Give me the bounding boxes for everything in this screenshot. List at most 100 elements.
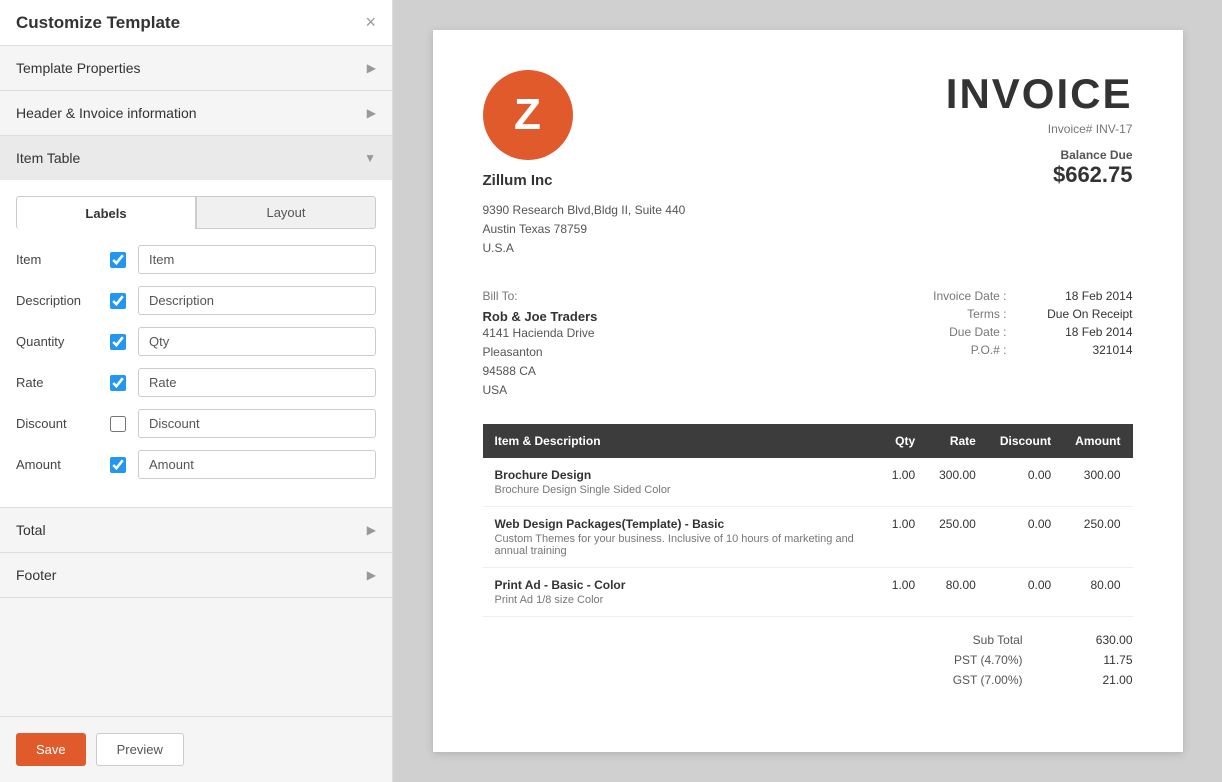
field-row-quantity: Quantity <box>16 327 376 356</box>
balance-due-label: Balance Due <box>946 148 1133 162</box>
total-key-2: GST (7.00%) <box>893 673 1023 687</box>
invoice-title: INVOICE <box>946 70 1133 118</box>
company-address-line1: 9390 Research Blvd,Bldg II, Suite 440 <box>483 201 686 220</box>
chevron-icon-item-table: ▼ <box>364 151 376 165</box>
company-address-line3: U.S.A <box>483 239 686 258</box>
table-row: Print Ad - Basic - Color Print Ad 1/8 si… <box>483 568 1133 617</box>
field-checkbox-discount[interactable] <box>106 416 130 432</box>
field-input-rate[interactable] <box>138 368 376 397</box>
detail-value-invoice-date: 18 Feb 2014 <box>1023 289 1133 303</box>
detail-value-due-date: 18 Feb 2014 <box>1023 325 1133 339</box>
invoice-preview-panel: Z Zillum Inc 9390 Research Blvd,Bldg II,… <box>393 0 1222 782</box>
panel-header: Customize Template × <box>0 0 392 46</box>
accordion-item-table: Item Table ▼ Labels Layout Item Descript… <box>0 136 392 508</box>
cell-amount-1: 250.00 <box>1063 507 1132 568</box>
accordion-template-properties: Template Properties ▶ <box>0 46 392 91</box>
checkbox-amount[interactable] <box>110 457 126 473</box>
bill-to-section: Bill To: Rob & Joe Traders 4141 Hacienda… <box>483 289 598 401</box>
checkbox-item[interactable] <box>110 252 126 268</box>
field-row-rate: Rate <box>16 368 376 397</box>
total-row-1: PST (4.70%) 11.75 <box>483 653 1133 667</box>
bill-to-name: Rob & Joe Traders <box>483 309 598 324</box>
field-checkbox-amount[interactable] <box>106 457 130 473</box>
invoice-title-area: INVOICE Invoice# INV-17 Balance Due $662… <box>946 70 1133 188</box>
cell-qty-0: 1.00 <box>880 458 927 507</box>
close-button[interactable]: × <box>365 12 376 33</box>
checkbox-rate[interactable] <box>110 375 126 391</box>
accordion-header-invoice: Header & Invoice information ▶ <box>0 91 392 136</box>
input-discount[interactable] <box>138 409 376 438</box>
cell-item-desc-2: Print Ad - Basic - Color Print Ad 1/8 si… <box>483 568 880 617</box>
field-input-description[interactable] <box>138 286 376 315</box>
input-item[interactable] <box>138 245 376 274</box>
preview-button[interactable]: Preview <box>96 733 184 766</box>
detail-row-invoice-date: Invoice Date : 18 Feb 2014 <box>917 289 1133 303</box>
field-input-discount[interactable] <box>138 409 376 438</box>
col-header-discount: Discount <box>988 424 1063 458</box>
item-table-content: Labels Layout Item Description <box>0 180 392 507</box>
field-input-quantity[interactable] <box>138 327 376 356</box>
field-checkbox-rate[interactable] <box>106 375 130 391</box>
col-header-qty: Qty <box>880 424 927 458</box>
detail-key-po: P.O.# : <box>917 343 1007 357</box>
bill-to-address-line3: 94588 CA <box>483 362 598 381</box>
cell-rate-2: 80.00 <box>927 568 988 617</box>
item-name-2: Print Ad - Basic - Color <box>495 578 868 592</box>
cell-discount-0: 0.00 <box>988 458 1063 507</box>
table-header-row: Item & Description Qty Rate Discount Amo… <box>483 424 1133 458</box>
company-address: 9390 Research Blvd,Bldg II, Suite 440 Au… <box>483 201 686 259</box>
checkbox-quantity[interactable] <box>110 334 126 350</box>
col-header-amount: Amount <box>1063 424 1132 458</box>
input-quantity[interactable] <box>138 327 376 356</box>
tab-layout[interactable]: Layout <box>196 196 376 229</box>
total-key-1: PST (4.70%) <box>893 653 1023 667</box>
accordion-label-total: Total <box>16 522 46 538</box>
panel-footer: Save Preview <box>0 716 392 782</box>
total-value-1: 11.75 <box>1063 653 1133 667</box>
field-row-amount: Amount <box>16 450 376 479</box>
item-name-0: Brochure Design <box>495 468 868 482</box>
field-input-amount[interactable] <box>138 450 376 479</box>
accordion-header-item-table[interactable]: Item Table ▼ <box>0 136 392 180</box>
field-checkbox-item[interactable] <box>106 252 130 268</box>
input-description[interactable] <box>138 286 376 315</box>
accordion-header-total[interactable]: Total ▶ <box>0 508 392 552</box>
detail-value-po: 321014 <box>1023 343 1133 357</box>
input-amount[interactable] <box>138 450 376 479</box>
invoice-paper: Z Zillum Inc 9390 Research Blvd,Bldg II,… <box>433 30 1183 752</box>
cell-qty-1: 1.00 <box>880 507 927 568</box>
field-label-item: Item <box>16 252 106 267</box>
bill-to-address: 4141 Hacienda Drive Pleasanton 94588 CA … <box>483 324 598 401</box>
detail-key-invoice-date: Invoice Date : <box>917 289 1007 303</box>
accordion-footer: Footer ▶ <box>0 553 392 598</box>
accordion-header-header-invoice[interactable]: Header & Invoice information ▶ <box>0 91 392 135</box>
field-label-description: Description <box>16 293 106 308</box>
field-row-description: Description <box>16 286 376 315</box>
checkbox-discount[interactable] <box>110 416 126 432</box>
company-address-line2: Austin Texas 78759 <box>483 220 686 239</box>
accordion-label-footer: Footer <box>16 567 56 583</box>
item-name-1: Web Design Packages(Template) - Basic <box>495 517 868 531</box>
cell-rate-0: 300.00 <box>927 458 988 507</box>
item-table: Item & Description Qty Rate Discount Amo… <box>483 424 1133 617</box>
company-logo-area: Z Zillum Inc 9390 Research Blvd,Bldg II,… <box>483 70 686 259</box>
checkbox-description[interactable] <box>110 293 126 309</box>
field-checkbox-description[interactable] <box>106 293 130 309</box>
accordion-header-template-properties[interactable]: Template Properties ▶ <box>0 46 392 90</box>
balance-due-amount: $662.75 <box>946 162 1133 188</box>
field-checkbox-quantity[interactable] <box>106 334 130 350</box>
cell-qty-2: 1.00 <box>880 568 927 617</box>
detail-row-terms: Terms : Due On Receipt <box>917 307 1133 321</box>
accordion-header-footer[interactable]: Footer ▶ <box>0 553 392 597</box>
field-input-item[interactable] <box>138 245 376 274</box>
total-value-0: 630.00 <box>1063 633 1133 647</box>
detail-row-due-date: Due Date : 18 Feb 2014 <box>917 325 1133 339</box>
input-rate[interactable] <box>138 368 376 397</box>
detail-key-due-date: Due Date : <box>917 325 1007 339</box>
chevron-icon-header-invoice: ▶ <box>367 106 376 120</box>
tab-labels[interactable]: Labels <box>16 196 196 229</box>
invoice-top: Z Zillum Inc 9390 Research Blvd,Bldg II,… <box>483 70 1133 259</box>
save-button[interactable]: Save <box>16 733 86 766</box>
cell-item-desc-0: Brochure Design Brochure Design Single S… <box>483 458 880 507</box>
item-desc-1: Custom Themes for your business. Inclusi… <box>495 533 868 557</box>
